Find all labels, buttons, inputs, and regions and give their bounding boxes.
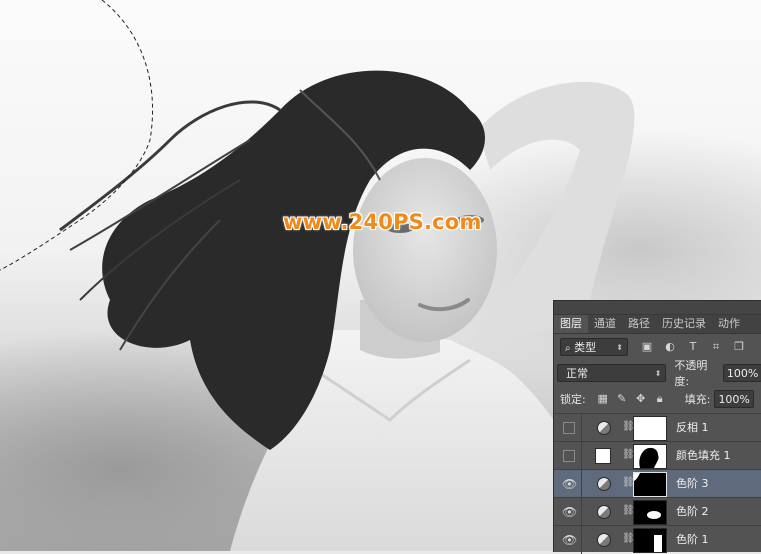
image-filter-icon[interactable]: ▣ bbox=[640, 340, 654, 354]
link-icon[interactable]: ⛓ bbox=[622, 476, 635, 490]
watermark-text: www.240PS.com bbox=[283, 210, 482, 234]
eye-icon[interactable]: 👁︎ bbox=[562, 533, 577, 547]
tab-actions[interactable]: 动作 bbox=[712, 315, 746, 333]
layer-filter-row: ⌕ 类型 ⬍ ▣ ◐ T ⌗ ❐ bbox=[554, 334, 761, 360]
layer-name: 颜色填充 1 bbox=[676, 449, 731, 462]
fill-color-swatch[interactable] bbox=[595, 448, 611, 464]
layer-row-levels-3[interactable]: 👁︎ ⛓ 色阶 3 bbox=[554, 469, 761, 498]
layers-panel: 图层 通道 路径 历史记录 动作 ⌕ 类型 ⬍ ▣ ◐ T ⌗ ❐ 正常 ⬍ 不… bbox=[553, 300, 761, 554]
type-filter-icon[interactable]: T bbox=[686, 340, 700, 354]
link-icon[interactable]: ⛓ bbox=[622, 504, 635, 518]
blend-mode-value: 正常 bbox=[566, 367, 588, 380]
layer-name: 反相 1 bbox=[676, 421, 709, 434]
lock-label: 锁定: bbox=[560, 393, 586, 406]
blend-row: 正常 ⬍ 不透明度: 100% bbox=[554, 359, 761, 388]
tab-channels[interactable]: 通道 bbox=[588, 315, 622, 333]
link-icon[interactable]: ⛓ bbox=[622, 532, 635, 546]
panel-tabs: 图层 通道 路径 历史记录 动作 bbox=[554, 315, 761, 334]
eye-icon[interactable]: 👁︎ bbox=[562, 505, 577, 519]
adjustment-layer-icon bbox=[597, 477, 611, 491]
adjustment-layer-icon bbox=[597, 421, 611, 435]
lock-row: 锁定: ▦ ✎ ✥ 🔒︎ 填充: 100% bbox=[554, 386, 761, 412]
layer-row-levels-2[interactable]: 👁︎ ⛓ 色阶 2 bbox=[554, 497, 761, 526]
layer-mask-thumbnail[interactable] bbox=[633, 528, 667, 553]
layer-row-color-fill-1[interactable]: ⛓ 颜色填充 1 bbox=[554, 441, 761, 470]
layer-name: 色阶 2 bbox=[676, 505, 709, 518]
tab-paths[interactable]: 路径 bbox=[622, 315, 656, 333]
visibility-toggle[interactable] bbox=[563, 422, 575, 434]
layer-name: 色阶 1 bbox=[676, 533, 709, 546]
lock-paint-icon[interactable]: ✎ bbox=[615, 392, 629, 406]
face bbox=[353, 158, 497, 342]
fill-value: 100% bbox=[718, 393, 750, 406]
layer-list: ⛓ 反相 1 ⛓ 颜色填充 1 👁︎ ⛓ 色阶 3 👁︎ ⛓ 色阶 2 👁︎ ⛓… bbox=[554, 413, 761, 554]
layer-row-invert-1[interactable]: ⛓ 反相 1 bbox=[554, 413, 761, 442]
lock-transparent-icon[interactable]: ▦ bbox=[596, 392, 610, 406]
search-icon: ⌕ bbox=[565, 343, 571, 354]
kind-filter-label: 类型 bbox=[574, 341, 597, 354]
fill-label: 填充: bbox=[684, 393, 711, 406]
blend-mode-select[interactable]: 正常 ⬍ bbox=[557, 364, 667, 382]
opacity-label: 不透明度: bbox=[674, 359, 708, 388]
link-icon[interactable]: ⛓ bbox=[622, 420, 635, 434]
kind-filter-select[interactable]: ⌕ 类型 ⬍ bbox=[560, 338, 628, 356]
opacity-value: 100% bbox=[726, 367, 759, 380]
layer-mask-thumbnail[interactable] bbox=[633, 500, 667, 525]
lock-all-icon[interactable]: 🔒︎ bbox=[653, 392, 667, 406]
adjustment-layer-icon bbox=[597, 533, 611, 547]
layer-row-levels-1[interactable]: 👁︎ ⛓ 色阶 1 bbox=[554, 525, 761, 554]
layer-name: 色阶 3 bbox=[676, 477, 709, 490]
lock-position-icon[interactable]: ✥ bbox=[634, 392, 648, 406]
fill-field[interactable]: 100% bbox=[714, 390, 755, 408]
tab-layers[interactable]: 图层 bbox=[554, 315, 588, 333]
tab-history[interactable]: 历史记录 bbox=[656, 315, 712, 333]
opacity-field[interactable]: 100% bbox=[722, 364, 761, 382]
layer-mask-thumbnail[interactable] bbox=[633, 472, 667, 497]
visibility-toggle[interactable] bbox=[563, 450, 575, 462]
layer-mask-thumbnail[interactable] bbox=[633, 416, 667, 441]
chevron-updown-icon: ⬍ bbox=[616, 343, 623, 352]
panel-grip[interactable] bbox=[554, 301, 761, 315]
adjustment-layer-icon bbox=[597, 505, 611, 519]
eye-icon[interactable]: 👁︎ bbox=[562, 477, 577, 491]
smart-object-filter-icon[interactable]: ❐ bbox=[732, 340, 746, 354]
layer-mask-thumbnail[interactable] bbox=[633, 444, 667, 469]
shape-filter-icon[interactable]: ⌗ bbox=[709, 340, 723, 354]
link-icon[interactable]: ⛓ bbox=[622, 448, 635, 462]
chevron-updown-icon: ⬍ bbox=[654, 369, 662, 378]
adjustment-filter-icon[interactable]: ◐ bbox=[663, 340, 677, 354]
